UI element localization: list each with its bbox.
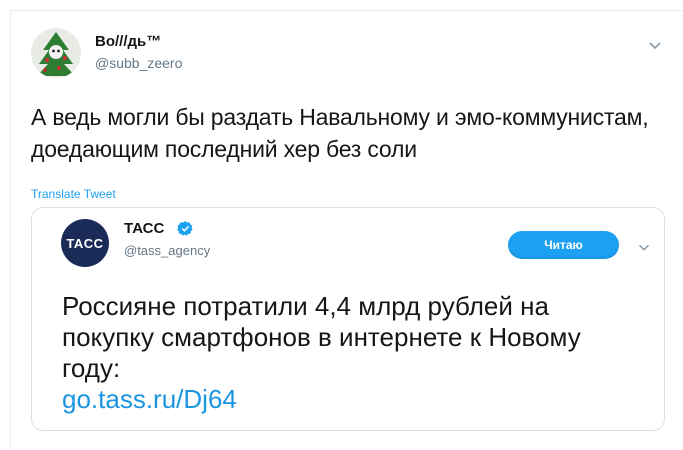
follow-button[interactable]: Читаю [508, 231, 619, 259]
translate-tweet-link[interactable]: Translate Tweet [31, 187, 116, 201]
quoted-author-avatar[interactable]: TACC [61, 219, 109, 267]
tweet: Во///дь™ @subb_zeero А ведь могли бы раз… [10, 10, 683, 450]
chevron-down-icon[interactable] [645, 35, 665, 55]
avatar-logo-text: TACC [66, 235, 104, 251]
quoted-tweet-text: Россияне потратили 4,4 млрд рублей на по… [62, 291, 642, 415]
author-name[interactable]: Во///дь™ [95, 33, 161, 50]
tweet-text: А ведь могли бы раздать Навальному и эмо… [31, 104, 649, 162]
author-handle[interactable]: @subb_zeero [95, 55, 182, 71]
verified-badge-icon [177, 220, 194, 237]
chevron-down-icon[interactable] [635, 238, 653, 256]
quoted-text-body: Россияне потратили 4,4 млрд рублей на по… [62, 291, 581, 383]
quoted-tweet-card[interactable]: TACC ТАСС @tass_agency Читаю Россияне по… [31, 207, 665, 431]
quoted-author-name[interactable]: ТАСС [124, 220, 164, 237]
quoted-author-handle[interactable]: @tass_agency [124, 243, 210, 258]
avatar-image [31, 28, 81, 78]
author-avatar[interactable] [31, 28, 81, 78]
quoted-link[interactable]: go.tass.ru/Dj64 [62, 384, 642, 415]
